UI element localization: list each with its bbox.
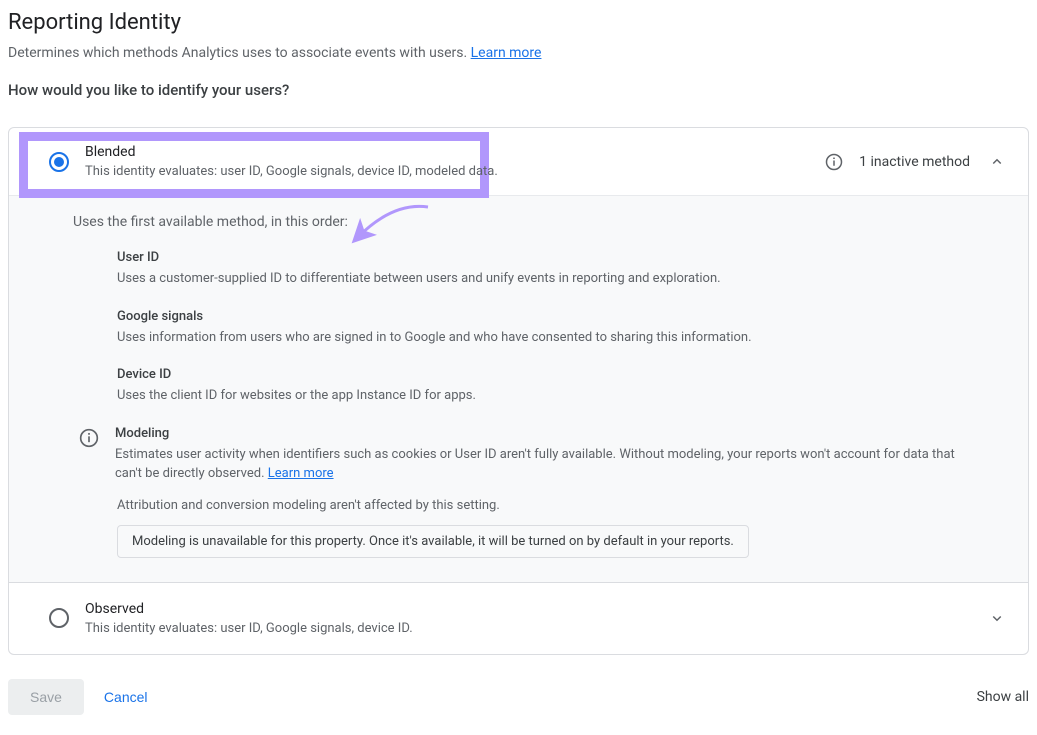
save-button[interactable]: Save <box>8 679 84 715</box>
method-google-signals-desc: Uses information from users who are sign… <box>117 328 964 348</box>
option-blended-title: Blended <box>85 144 809 160</box>
method-device-id: Device ID Uses the client ID for website… <box>117 367 964 406</box>
option-observed: Observed This identity evaluates: user I… <box>9 582 1028 654</box>
attribution-note: Attribution and conversion modeling aren… <box>117 498 964 513</box>
method-modeling-desc-text: Estimates user activity when identifiers… <box>115 447 955 482</box>
method-user-id: User ID Uses a customer-supplied ID to d… <box>117 250 964 289</box>
option-observed-desc: This identity evaluates: user ID, Google… <box>85 621 970 636</box>
page-subtitle: Determines which methods Analytics uses … <box>8 45 1029 61</box>
inactive-method-count: 1 inactive method <box>859 154 970 170</box>
radio-observed[interactable] <box>49 608 69 628</box>
chevron-down-icon[interactable] <box>986 607 1008 629</box>
cancel-button[interactable]: Cancel <box>104 689 148 705</box>
method-user-id-desc: Uses a customer-supplied ID to different… <box>117 269 964 289</box>
method-modeling: Modeling Estimates user activity when id… <box>73 426 964 484</box>
show-all-link[interactable]: Show all <box>977 689 1029 705</box>
method-google-signals: Google signals Uses information from use… <box>117 309 964 348</box>
method-device-id-title: Device ID <box>117 367 964 382</box>
modeling-learn-more-link[interactable]: Learn more <box>268 466 334 481</box>
method-modeling-desc: Estimates user activity when identifiers… <box>115 445 964 484</box>
info-icon[interactable] <box>79 428 99 448</box>
option-blended-desc: This identity evaluates: user ID, Google… <box>85 164 809 179</box>
option-blended-body: Uses the first available method, in this… <box>9 195 1028 582</box>
subtitle-text: Determines which methods Analytics uses … <box>8 45 471 61</box>
method-google-signals-title: Google signals <box>117 309 964 324</box>
method-modeling-title: Modeling <box>115 426 964 441</box>
learn-more-link[interactable]: Learn more <box>471 45 542 61</box>
option-observed-title: Observed <box>85 601 970 617</box>
info-icon[interactable] <box>825 153 843 171</box>
modeling-unavailable-banner: Modeling is unavailable for this propert… <box>117 525 749 558</box>
footer-actions: Save Cancel Show all <box>8 679 1029 715</box>
option-blended-header[interactable]: Blended This identity evaluates: user ID… <box>9 128 1028 195</box>
identify-question: How would you like to identify your user… <box>8 81 1029 99</box>
option-observed-header[interactable]: Observed This identity evaluates: user I… <box>9 583 1028 654</box>
radio-blended[interactable] <box>49 152 69 172</box>
method-device-id-desc: Uses the client ID for websites or the a… <box>117 386 964 406</box>
page-title: Reporting Identity <box>8 10 1029 35</box>
chevron-up-icon[interactable] <box>986 151 1008 173</box>
body-intro-text: Uses the first available method, in this… <box>73 214 964 230</box>
method-user-id-title: User ID <box>117 250 964 265</box>
option-blended: Blended This identity evaluates: user ID… <box>9 128 1028 582</box>
identity-options-card: Blended This identity evaluates: user ID… <box>8 127 1029 655</box>
